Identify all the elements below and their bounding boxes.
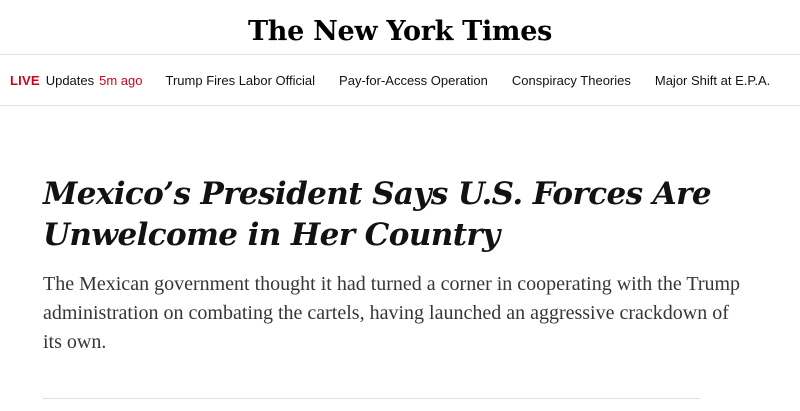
nav-link-trump-fires-labor-official[interactable]: Trump Fires Labor Official: [166, 73, 316, 88]
headline: Mexico’s President Says U.S. Forces Are …: [43, 174, 743, 256]
nav-link-conspiracy-theories[interactable]: Conspiracy Theories: [512, 73, 631, 88]
headline-line-2: Unwelcome in Her Country: [43, 217, 500, 253]
masthead: The New York Times: [0, 0, 800, 54]
live-updates-time: 5m ago: [99, 72, 143, 88]
article-summary: The Mexican government thought it had tu…: [43, 273, 741, 353]
top-news-nav: LIVE Updates 5m ago Trump Fires Labor Of…: [0, 54, 800, 106]
divider: [43, 398, 700, 399]
nav-link-pay-for-access-operation[interactable]: Pay-for-Access Operation: [339, 73, 488, 88]
live-label: LIVE: [10, 72, 40, 88]
nyt-logo[interactable]: The New York Times: [248, 16, 552, 47]
live-updates-link[interactable]: LIVE Updates 5m ago: [10, 73, 143, 88]
headline-line-1: Mexico’s President Says U.S. Forces Are: [43, 176, 712, 212]
article-header: Mexico’s President Says U.S. Forces Are …: [43, 174, 743, 357]
nav-link-major-shift-epa[interactable]: Major Shift at E.P.A.: [655, 73, 770, 88]
live-updates-text: Updates: [45, 72, 95, 88]
